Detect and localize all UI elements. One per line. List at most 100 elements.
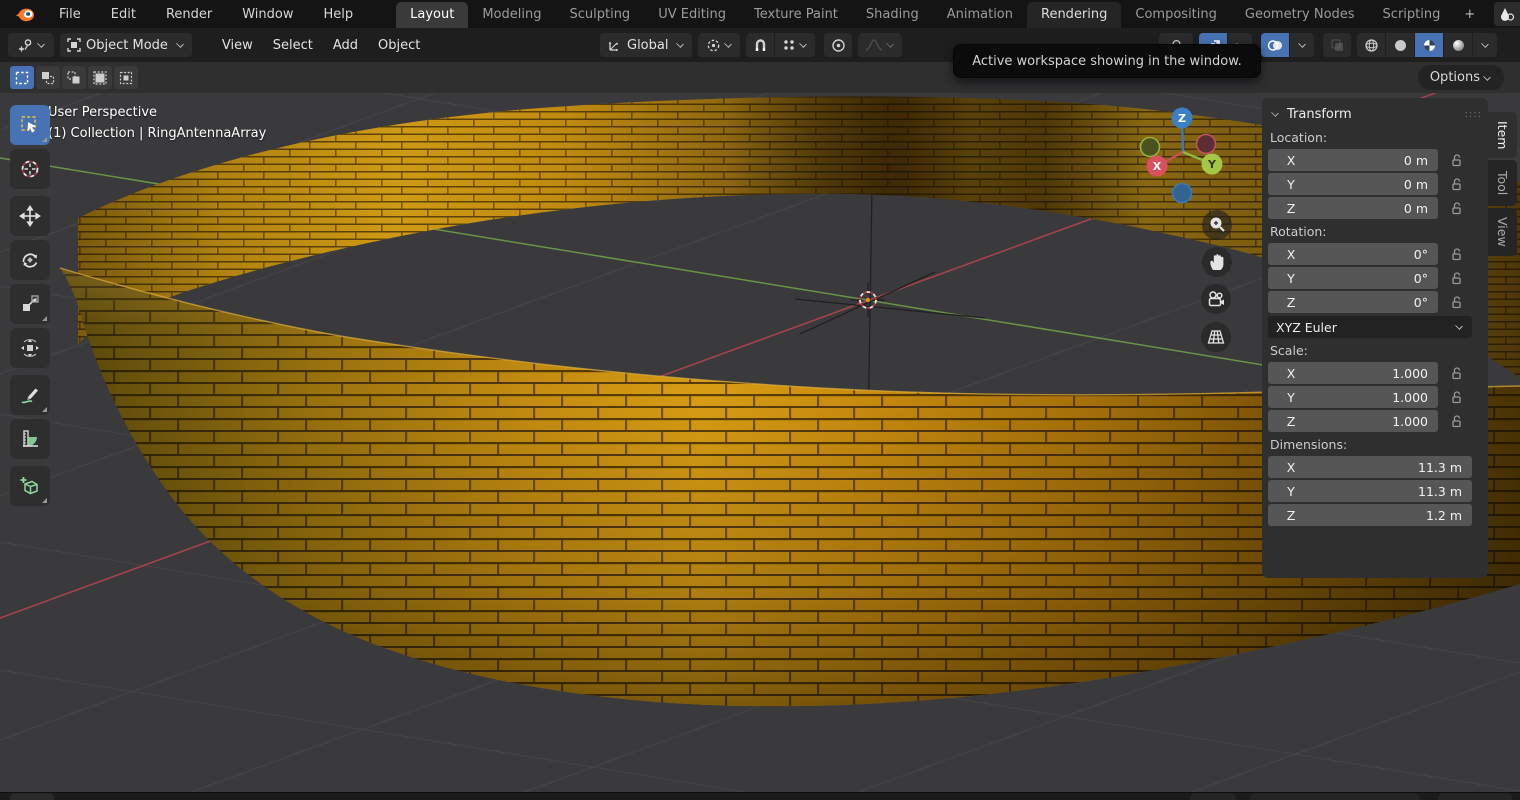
tool-rotate[interactable]: [10, 240, 50, 280]
location-z-field[interactable]: Z 0 m: [1268, 197, 1438, 219]
tab-shading[interactable]: Shading: [852, 2, 933, 28]
sidebar-tab-tool[interactable]: Tool: [1488, 160, 1517, 206]
scene-icon: [1499, 6, 1515, 22]
gizmo-axis-neg-y[interactable]: [1141, 138, 1160, 157]
perspective-toggle-button[interactable]: [1201, 322, 1231, 352]
options-button[interactable]: Options: [1418, 65, 1504, 90]
gizmo-axis-neg-z[interactable]: [1173, 184, 1192, 203]
lock-icon[interactable]: [1450, 153, 1464, 167]
dimensions-y-field[interactable]: Y 11.3 m: [1268, 480, 1472, 502]
lock-icon[interactable]: [1450, 247, 1464, 261]
shading-rendered-button[interactable]: [1444, 33, 1472, 57]
status-bar-left-pill[interactable]: [10, 793, 54, 800]
tab-layout[interactable]: Layout: [396, 2, 468, 28]
add-workspace-button[interactable]: +: [1454, 2, 1485, 28]
proportional-editing-button[interactable]: [824, 33, 852, 57]
tab-texture-paint[interactable]: Texture Paint: [740, 2, 852, 28]
transform-orientation-dropdown[interactable]: Global: [600, 33, 692, 57]
tool-transform[interactable]: [10, 328, 50, 368]
lock-icon[interactable]: [1450, 414, 1464, 428]
transform-panel-header[interactable]: Transform ::::: [1268, 103, 1482, 125]
rotation-z-field[interactable]: Z 0°: [1268, 291, 1438, 313]
overlays-settings-dropdown[interactable]: [1290, 33, 1314, 57]
panel-title: Transform: [1287, 107, 1352, 122]
viewport-3d[interactable]: User Perspective (1) Collection | RingAn…: [0, 93, 1520, 792]
sidebar-tab-item[interactable]: Item: [1488, 112, 1517, 158]
scene-icon-button[interactable]: [1494, 2, 1520, 26]
tool-annotate[interactable]: [10, 375, 50, 415]
menu-render[interactable]: Render: [151, 0, 227, 28]
menu-add[interactable]: Add: [323, 38, 368, 53]
lock-icon[interactable]: [1450, 177, 1464, 191]
tab-sculpting[interactable]: Sculpting: [555, 2, 644, 28]
show-overlays-toggle[interactable]: [1261, 33, 1289, 57]
menu-help[interactable]: Help: [309, 0, 369, 28]
menu-select[interactable]: Select: [263, 38, 323, 53]
select-mode-extend[interactable]: [36, 66, 60, 89]
mode-label: Object Mode: [86, 38, 168, 53]
tab-modeling[interactable]: Modeling: [468, 2, 555, 28]
shading-solid-button[interactable]: [1386, 33, 1414, 57]
shading-settings-dropdown[interactable]: [1473, 33, 1497, 57]
scale-z-field[interactable]: Z 1.000: [1268, 410, 1438, 432]
lock-icon[interactable]: [1450, 390, 1464, 404]
tab-compositing[interactable]: Compositing: [1121, 2, 1231, 28]
proportional-falloff-dropdown[interactable]: [858, 33, 902, 57]
tab-rendering[interactable]: Rendering: [1027, 2, 1121, 28]
status-bar-item: [1250, 793, 1420, 800]
rotation-x-field[interactable]: X 0°: [1268, 243, 1438, 265]
pan-view-button[interactable]: [1202, 247, 1232, 277]
snap-toggle-button[interactable]: [746, 33, 774, 57]
tool-scale[interactable]: [10, 284, 50, 324]
navigation-gizmo[interactable]: Z X Y: [1128, 96, 1240, 206]
menu-window[interactable]: Window: [227, 0, 308, 28]
lock-icon[interactable]: [1450, 366, 1464, 380]
menu-file[interactable]: File: [44, 0, 96, 28]
pivot-point-dropdown[interactable]: [698, 33, 740, 57]
lock-icon[interactable]: [1450, 271, 1464, 285]
gizmo-axis-x[interactable]: X: [1147, 156, 1168, 177]
select-mode-subtract[interactable]: [62, 66, 86, 89]
lock-icon[interactable]: [1450, 295, 1464, 309]
location-y-field[interactable]: Y 0 m: [1268, 173, 1438, 195]
tab-geometry-nodes[interactable]: Geometry Nodes: [1231, 2, 1369, 28]
zoom-view-button[interactable]: [1202, 210, 1232, 240]
snap-settings-dropdown[interactable]: [775, 33, 815, 57]
blender-window: File Edit Render Window Help Layout Mode…: [0, 0, 1520, 800]
gizmo-axis-neg-x[interactable]: [1197, 135, 1216, 154]
rotation-y-field[interactable]: Y 0°: [1268, 267, 1438, 289]
lock-icon[interactable]: [1450, 201, 1464, 215]
location-x-field[interactable]: X 0 m: [1268, 149, 1438, 171]
tool-measure[interactable]: [10, 419, 50, 459]
tab-animation[interactable]: Animation: [933, 2, 1027, 28]
tool-move[interactable]: [10, 196, 50, 236]
tool-select-box[interactable]: [10, 105, 50, 145]
menu-object[interactable]: Object: [368, 38, 430, 53]
active-collection-label: (1) Collection | RingAntennaArray: [48, 126, 266, 141]
pivot-icon: [706, 38, 721, 53]
dimensions-x-field[interactable]: X 11.3 m: [1268, 456, 1472, 478]
sidebar-tab-view[interactable]: View: [1488, 208, 1517, 256]
select-mode-intersect[interactable]: [114, 66, 138, 89]
select-mode-new[interactable]: [10, 66, 34, 89]
panel-drag-dots-icon[interactable]: ::::: [1465, 109, 1482, 120]
editor-type-dropdown[interactable]: [8, 33, 54, 57]
shading-wireframe-button[interactable]: [1357, 33, 1385, 57]
mode-dropdown[interactable]: Object Mode: [60, 33, 192, 57]
scale-x-field[interactable]: X 1.000: [1268, 362, 1438, 384]
select-mode-invert[interactable]: [88, 66, 112, 89]
dimensions-z-field[interactable]: Z 1.2 m: [1268, 504, 1472, 526]
scale-y-field[interactable]: Y 1.000: [1268, 386, 1438, 408]
tab-scripting[interactable]: Scripting: [1369, 2, 1455, 28]
shading-material-preview-button[interactable]: [1415, 33, 1443, 57]
rotation-mode-dropdown[interactable]: XYZ Euler: [1268, 316, 1472, 338]
menu-edit[interactable]: Edit: [96, 0, 151, 28]
xray-toggle[interactable]: [1323, 33, 1351, 57]
menu-view[interactable]: View: [212, 38, 263, 53]
gizmo-axis-z[interactable]: Z: [1172, 108, 1193, 129]
gizmo-axis-y[interactable]: Y: [1202, 154, 1223, 175]
tool-add-cube[interactable]: [10, 466, 50, 506]
tab-uv-editing[interactable]: UV Editing: [644, 2, 740, 28]
tool-cursor[interactable]: [10, 149, 50, 189]
camera-view-button[interactable]: [1201, 284, 1231, 314]
